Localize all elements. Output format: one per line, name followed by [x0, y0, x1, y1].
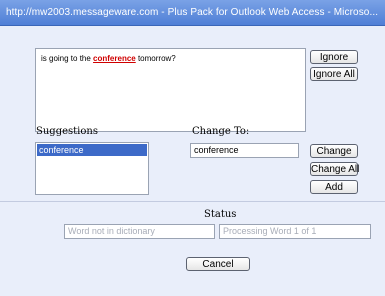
context-sentence: is going to the conference tomorrow?	[41, 54, 176, 63]
context-after: tomorrow?	[135, 54, 176, 63]
cancel-button[interactable]: Cancel	[186, 257, 250, 271]
misspelled-word: conference	[93, 54, 136, 63]
change-button[interactable]: Change	[310, 144, 358, 158]
change-to-label: Change To:	[192, 126, 250, 137]
section-divider	[0, 201, 385, 202]
change-all-button[interactable]: Change All	[310, 162, 359, 176]
status-message-field: Word not in dictionary	[64, 224, 215, 239]
window-title: http://mw2003.messageware.com - Plus Pac…	[6, 7, 379, 18]
context-text-area[interactable]: is going to the conference tomorrow?	[35, 48, 306, 132]
ignore-button[interactable]: Ignore	[310, 50, 358, 64]
title-bar[interactable]: http://mw2003.messageware.com - Plus Pac…	[0, 0, 385, 26]
ignore-all-button[interactable]: Ignore All	[310, 67, 358, 81]
suggestions-label: Suggestions	[36, 126, 98, 137]
status-label: Status	[204, 209, 237, 220]
spell-check-dialog: http://mw2003.messageware.com - Plus Pac…	[0, 0, 385, 296]
suggestions-list[interactable]: conference	[35, 142, 149, 195]
status-progress-field: Processing Word 1 of 1	[219, 224, 371, 239]
add-button[interactable]: Add	[310, 180, 358, 194]
suggestion-item[interactable]: conference	[37, 144, 147, 156]
change-to-input[interactable]: conference	[190, 143, 299, 158]
context-before: is going to the	[41, 54, 94, 63]
